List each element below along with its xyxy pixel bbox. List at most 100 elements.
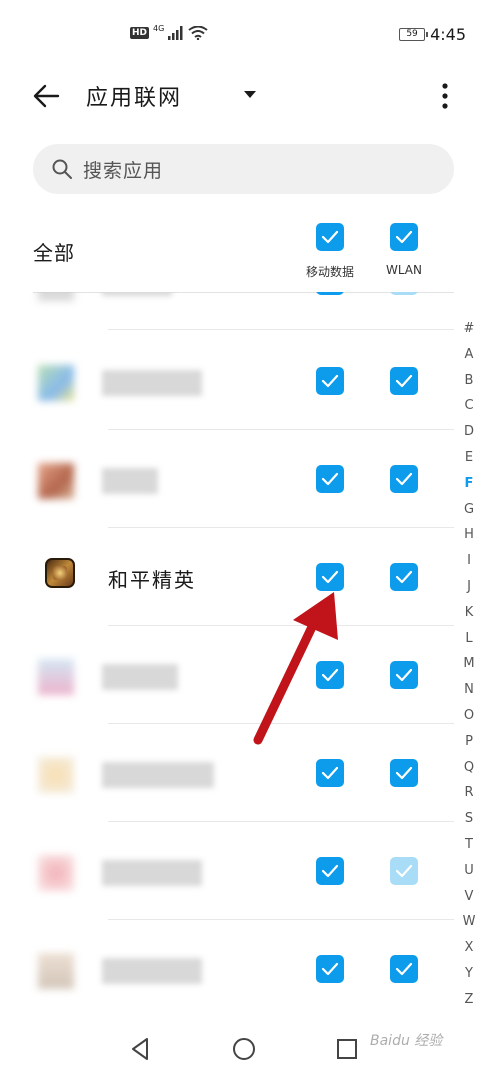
signal-icon xyxy=(168,26,183,40)
title-dropdown-button[interactable] xyxy=(238,82,262,106)
mobile-data-all-checkbox[interactable] xyxy=(316,223,344,251)
check-icon xyxy=(395,766,413,780)
list-item[interactable] xyxy=(0,626,486,724)
mobile-data-checkbox[interactable] xyxy=(316,857,344,885)
mobile-data-checkbox[interactable] xyxy=(316,465,344,493)
app-name-blurred xyxy=(102,762,214,788)
nav-recents-icon[interactable] xyxy=(332,1034,362,1064)
list-item[interactable] xyxy=(0,724,486,822)
app-name-blurred xyxy=(102,664,178,690)
app-list[interactable]: 和平精英 xyxy=(0,292,486,1010)
more-vert-icon xyxy=(442,83,448,109)
alphabet-index-letter[interactable]: Y xyxy=(458,961,480,987)
list-item[interactable] xyxy=(0,920,486,1010)
wlan-checkbox[interactable] xyxy=(390,955,418,983)
alphabet-index-letter[interactable]: B xyxy=(458,368,480,394)
alphabet-index-letter[interactable]: E xyxy=(458,445,480,471)
app-name: 和平精英 xyxy=(108,568,196,592)
nav-back-icon[interactable] xyxy=(126,1034,156,1064)
battery-icon: 59 xyxy=(399,28,429,41)
alphabet-index-letter[interactable]: Q xyxy=(458,755,480,781)
hd-badge: HD xyxy=(130,27,150,39)
alphabet-index-letter[interactable]: O xyxy=(458,703,480,729)
check-icon xyxy=(395,668,413,682)
wlan-checkbox[interactable] xyxy=(390,563,418,591)
mobile-data-column: 移动数据 xyxy=(298,223,362,280)
alphabet-index-letter[interactable]: K xyxy=(458,600,480,626)
list-item[interactable] xyxy=(0,822,486,920)
alphabet-index-letter[interactable]: T xyxy=(458,832,480,858)
wlan-column: WLAN xyxy=(376,223,432,277)
check-icon xyxy=(321,374,339,388)
check-icon xyxy=(321,668,339,682)
search-icon xyxy=(52,159,72,179)
status-right: 59 4:45 xyxy=(399,25,466,44)
alphabet-index-letter[interactable]: U xyxy=(458,858,480,884)
alphabet-index-letter[interactable]: G xyxy=(458,497,480,523)
wlan-checkbox[interactable] xyxy=(390,292,418,295)
alphabet-index-letter[interactable]: C xyxy=(458,393,480,419)
alphabet-index-letter[interactable]: R xyxy=(458,780,480,806)
status-bar: HD 4G 59 4:45 xyxy=(0,0,486,72)
back-arrow-icon xyxy=(33,84,60,108)
list-item[interactable] xyxy=(0,292,486,330)
check-icon xyxy=(321,766,339,780)
all-label: 全部 xyxy=(33,241,75,265)
wlan-checkbox[interactable] xyxy=(390,367,418,395)
alphabet-index-letter[interactable]: N xyxy=(458,677,480,703)
app-name-blurred xyxy=(102,468,158,494)
alphabet-index-letter[interactable]: H xyxy=(458,522,480,548)
more-options-button[interactable] xyxy=(430,76,460,116)
check-icon xyxy=(321,962,339,976)
wlan-all-checkbox[interactable] xyxy=(390,223,418,251)
app-icon xyxy=(38,292,74,301)
mobile-data-checkbox[interactable] xyxy=(316,955,344,983)
nav-home-icon[interactable] xyxy=(229,1034,259,1064)
alphabet-index-letter[interactable]: I xyxy=(458,548,480,574)
alphabet-index-letter[interactable]: W xyxy=(458,909,480,935)
app-icon xyxy=(38,855,74,891)
check-icon xyxy=(395,570,413,584)
wlan-checkbox[interactable] xyxy=(390,759,418,787)
mobile-data-checkbox[interactable] xyxy=(316,661,344,689)
app-icon xyxy=(38,953,74,989)
wlan-checkbox[interactable] xyxy=(390,465,418,493)
app-icon xyxy=(38,463,74,499)
search-input[interactable]: 搜索应用 xyxy=(33,144,454,194)
mobile-data-checkbox[interactable] xyxy=(316,367,344,395)
list-item[interactable] xyxy=(0,430,486,528)
wlan-checkbox[interactable] xyxy=(390,661,418,689)
list-item-peace-elite[interactable]: 和平精英 xyxy=(0,528,486,626)
mobile-data-checkbox[interactable] xyxy=(316,563,344,591)
alphabet-index-letter[interactable]: P xyxy=(458,729,480,755)
back-button[interactable] xyxy=(28,78,64,114)
navigation-bar xyxy=(0,1020,486,1080)
app-name-blurred xyxy=(102,958,202,984)
page-title: 应用联网 xyxy=(86,86,183,111)
alphabet-index-letter[interactable]: J xyxy=(458,574,480,600)
mobile-data-checkbox[interactable] xyxy=(316,292,344,295)
alphabet-index[interactable]: # A B C D E F G H I J K L M N O P Q R S T U V W X Y Z xyxy=(458,316,480,1013)
alphabet-index-letter[interactable]: V xyxy=(458,884,480,910)
wlan-label: WLAN xyxy=(385,263,422,277)
list-item[interactable] xyxy=(0,332,486,430)
alphabet-index-letter[interactable]: X xyxy=(458,935,480,961)
check-icon xyxy=(321,570,339,584)
wifi-icon xyxy=(188,26,208,40)
alphabet-index-letter[interactable]: # xyxy=(458,316,480,342)
app-icon xyxy=(38,757,74,793)
row-divider xyxy=(108,329,454,330)
app-name-blurred xyxy=(102,860,202,886)
wlan-checkbox[interactable] xyxy=(390,857,418,885)
alphabet-index-letter[interactable]: L xyxy=(458,626,480,652)
alphabet-index-letter[interactable]: M xyxy=(458,651,480,677)
app-icon xyxy=(38,659,74,695)
mobile-data-checkbox[interactable] xyxy=(316,759,344,787)
game-app-icon xyxy=(45,558,75,588)
alphabet-index-letter[interactable]: D xyxy=(458,419,480,445)
alphabet-index-letter[interactable]: S xyxy=(458,806,480,832)
alphabet-index-letter[interactable]: Z xyxy=(458,987,480,1013)
alphabet-index-letter[interactable]: F xyxy=(458,471,480,497)
app-name-blurred xyxy=(102,292,172,296)
alphabet-index-letter[interactable]: A xyxy=(458,342,480,368)
